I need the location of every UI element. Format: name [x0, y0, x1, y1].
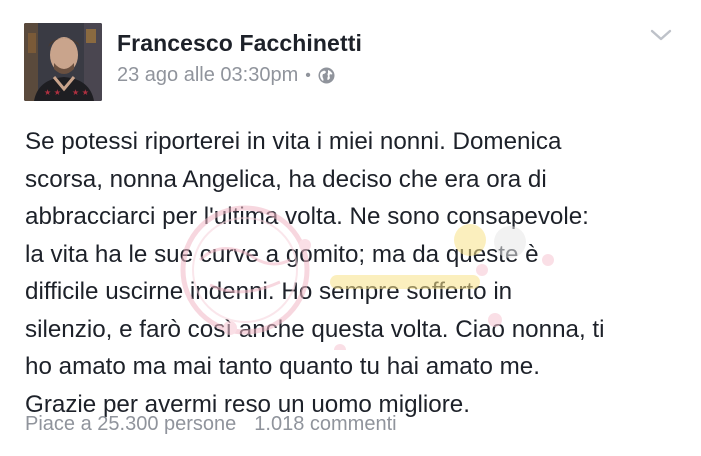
author-name[interactable]: Francesco Facchinetti: [117, 30, 362, 57]
meta-separator: •: [305, 66, 311, 84]
avatar[interactable]: ★ ★ ★ ★: [24, 23, 102, 101]
post-text-line: ho amato ma mai tanto quanto tu hai amat…: [25, 353, 540, 380]
post-text-line: silenzio, e farò così anche questa volta…: [25, 315, 605, 343]
likes-count[interactable]: Piace a 25.300 persone: [25, 413, 236, 436]
post-text-line: Se potessi riporterei in vita i miei non…: [25, 128, 562, 155]
post-text: Se potessi riporterei in vita i miei non…: [25, 123, 685, 423]
post-meta: 23 ago alle 03:30pm •: [117, 64, 335, 87]
svg-text:★ ★: ★ ★: [72, 88, 89, 97]
post-text-line: scorsa, nonna Angelica, ha deciso che er…: [25, 165, 547, 193]
comments-count[interactable]: 1.018 commenti: [254, 413, 396, 436]
post-text-line: abbracciarci per l'ultima volta. Ne sono…: [25, 203, 589, 230]
post-footer: Piace a 25.300 persone 1.018 commenti: [25, 413, 397, 436]
avatar-image: ★ ★ ★ ★: [24, 23, 102, 101]
svg-text:★ ★: ★ ★: [44, 88, 61, 97]
post-text-line: la vita ha le sue curve a gomito; ma da …: [25, 240, 539, 268]
globe-icon[interactable]: [318, 67, 335, 84]
chevron-down-icon[interactable]: [648, 25, 674, 45]
facebook-post: ★ ★ ★ ★ Francesco Facchinetti 23 ago all…: [0, 0, 701, 456]
post-timestamp[interactable]: 23 ago alle 03:30pm: [117, 64, 298, 87]
post-text-line: difficile uscirne indenni. Ho sempre sof…: [25, 278, 513, 305]
